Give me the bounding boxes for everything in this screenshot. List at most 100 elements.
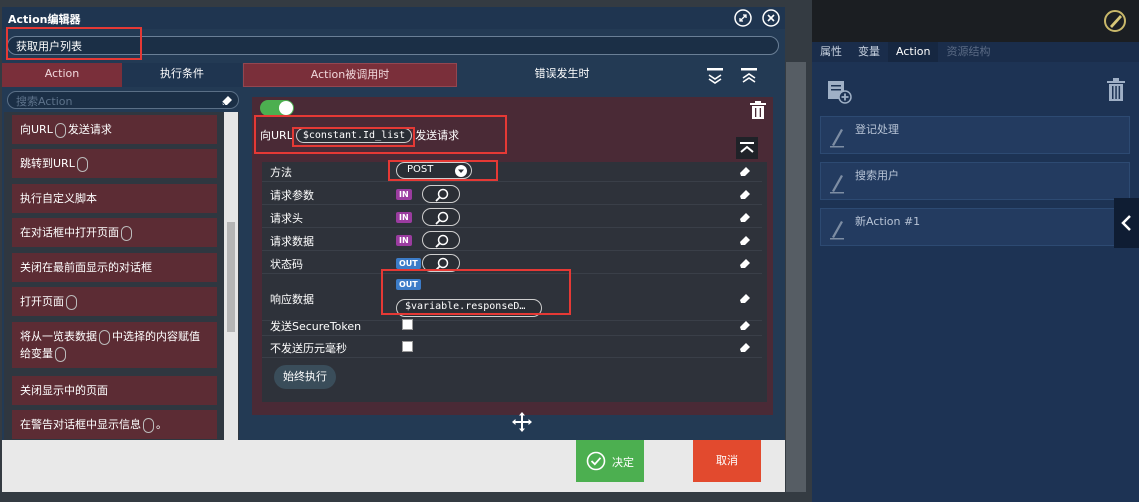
action-list: 向URL 发送请求 跳转到URL 执行自定义脚本 在对话框中打开页面 关闭在最前面… [4, 112, 239, 442]
list-item[interactable]: 将从一览表数据 中选择的内容赋值给变量 [12, 322, 217, 368]
list-item[interactable]: 向URL 发送请求 [12, 115, 217, 144]
placeholder-oval [76, 156, 88, 172]
always-execute-button[interactable]: 始终执行 [274, 365, 336, 389]
tab-properties[interactable]: 属性 [812, 42, 850, 62]
action-card[interactable]: 搜索用户 [820, 162, 1130, 200]
enable-toggle[interactable] [260, 100, 294, 116]
list-item[interactable]: 在警告对话框中显示信息 。 [12, 410, 217, 439]
expand-all-icon[interactable] [740, 67, 758, 85]
action-card[interactable]: 新Action #1 [820, 208, 1130, 246]
list-item-text: 在警告对话框中显示信息 [20, 418, 141, 431]
action-editor-dialog: Action编辑器 获取用户列表 Action 执行条件 搜索Action 向U… [2, 7, 785, 492]
param-row-request-params: 请求参数 IN [262, 183, 762, 205]
param-label: 响应数据 [270, 293, 314, 306]
list-item-text: 关闭显示中的页面 [20, 384, 108, 397]
list-scrollbar[interactable] [224, 112, 238, 442]
eraser-icon[interactable] [738, 318, 752, 332]
tab-on-error[interactable]: 错误发生时 [457, 63, 667, 87]
right-top-bar [812, 0, 1139, 42]
param-label: 请求数据 [270, 235, 314, 248]
param-label: 发送SecureToken [270, 320, 362, 333]
highlight-method [388, 160, 498, 181]
list-item[interactable]: 关闭显示中的页面 [12, 376, 217, 405]
param-label: 请求头 [270, 212, 303, 225]
tab-action[interactable]: Action [2, 63, 122, 87]
eraser-icon[interactable] [738, 340, 752, 354]
placeholder-oval [99, 329, 110, 345]
collapse-block-button[interactable] [736, 137, 758, 159]
add-action-icon[interactable] [826, 78, 852, 104]
param-search-button[interactable] [422, 208, 460, 226]
in-badge: IN [396, 235, 412, 246]
in-badge: IN [396, 212, 412, 223]
param-search-button[interactable] [422, 231, 460, 249]
list-item[interactable]: 关闭在最前面显示的对话框 [12, 253, 217, 282]
eraser-icon[interactable] [738, 187, 752, 201]
placeholder-oval [54, 122, 66, 138]
trash-icon[interactable] [750, 101, 766, 119]
chevron-left-icon [1121, 215, 1131, 231]
tab-action[interactable]: Action [888, 42, 939, 62]
cancel-button[interactable]: 取消 [693, 440, 761, 482]
toggle-knob [279, 101, 293, 115]
no-epoch-checkbox[interactable] [402, 341, 413, 352]
search-icon [435, 211, 449, 225]
left-tabs: Action 执行条件 [2, 63, 243, 87]
trash-icon[interactable] [1106, 78, 1126, 102]
action-card[interactable]: 登记处理 [820, 116, 1130, 154]
list-item[interactable]: 跳转到URL [12, 149, 217, 178]
secure-token-checkbox[interactable] [402, 319, 413, 330]
param-row-no-epoch: 不发送历元毫秒 [262, 336, 762, 358]
eraser-icon[interactable] [738, 256, 752, 270]
param-row-secure-token: 发送SecureToken [262, 314, 762, 336]
collapse-all-icon[interactable] [706, 67, 724, 85]
list-item[interactable]: 执行自定义脚本 [12, 184, 217, 213]
highlight-name-input [6, 27, 142, 60]
list-item[interactable]: 在对话框中打开页面 [12, 218, 217, 247]
param-label: 不发送历元毫秒 [270, 342, 347, 355]
dialog-title: Action编辑器 [8, 13, 81, 26]
search-action-input[interactable]: 搜索Action [7, 91, 239, 109]
tab-on-action-called[interactable]: Action被调用时 [243, 63, 457, 87]
param-label: 状态码 [270, 258, 303, 271]
tab-variables[interactable]: 变量 [850, 42, 888, 62]
eraser-icon[interactable] [738, 233, 752, 247]
list-item-text: 。 [156, 418, 167, 431]
ok-label: 决定 [612, 456, 634, 469]
close-icon[interactable] [762, 9, 780, 27]
pencil-icon [830, 129, 844, 148]
tab-execution-condition[interactable]: 执行条件 [122, 63, 242, 87]
scroll-thumb[interactable] [227, 222, 235, 332]
ok-button[interactable]: 决定 [576, 440, 644, 482]
search-icon [435, 188, 449, 202]
eraser-icon[interactable] [738, 164, 752, 178]
dialog-title-bar: Action编辑器 [2, 7, 785, 29]
placeholder-oval [55, 346, 66, 362]
tab-resource-structure[interactable]: 资源结构 [938, 42, 998, 62]
action-card-label: 登记处理 [855, 123, 899, 136]
move-icon[interactable] [511, 411, 533, 433]
edit-pen-icon[interactable] [1102, 8, 1128, 34]
eraser-icon[interactable] [738, 210, 752, 224]
list-item-text: 发送请求 [67, 123, 112, 136]
list-item-text: 执行自定义脚本 [20, 192, 97, 205]
eraser-icon[interactable] [220, 93, 234, 107]
dialog-footer: 决定 取消 [2, 440, 785, 492]
param-row-request-data: 请求数据 IN [262, 229, 762, 251]
expand-panel-button[interactable] [1114, 198, 1139, 248]
list-item-text: 跳转到URL [20, 157, 75, 170]
list-item-text: 在对话框中打开页面 [20, 226, 119, 239]
action-card-label: 搜索用户 [855, 169, 899, 182]
param-row-method: 方法 POST [262, 160, 762, 182]
action-card-label: 新Action #1 [855, 215, 921, 228]
list-item[interactable]: 打开页面 [12, 287, 217, 316]
chevron-up-icon [740, 142, 754, 153]
maximize-icon[interactable] [734, 9, 752, 27]
param-row-request-headers: 请求头 IN [262, 206, 762, 228]
background-strip [786, 62, 806, 492]
search-icon [435, 234, 449, 248]
right-panel: 属性 变量 Action 资源结构 登记处理 搜索用户 新Action #1 [812, 0, 1139, 502]
param-search-button[interactable] [422, 185, 460, 203]
pencil-icon [830, 175, 844, 194]
eraser-icon[interactable] [738, 291, 752, 305]
